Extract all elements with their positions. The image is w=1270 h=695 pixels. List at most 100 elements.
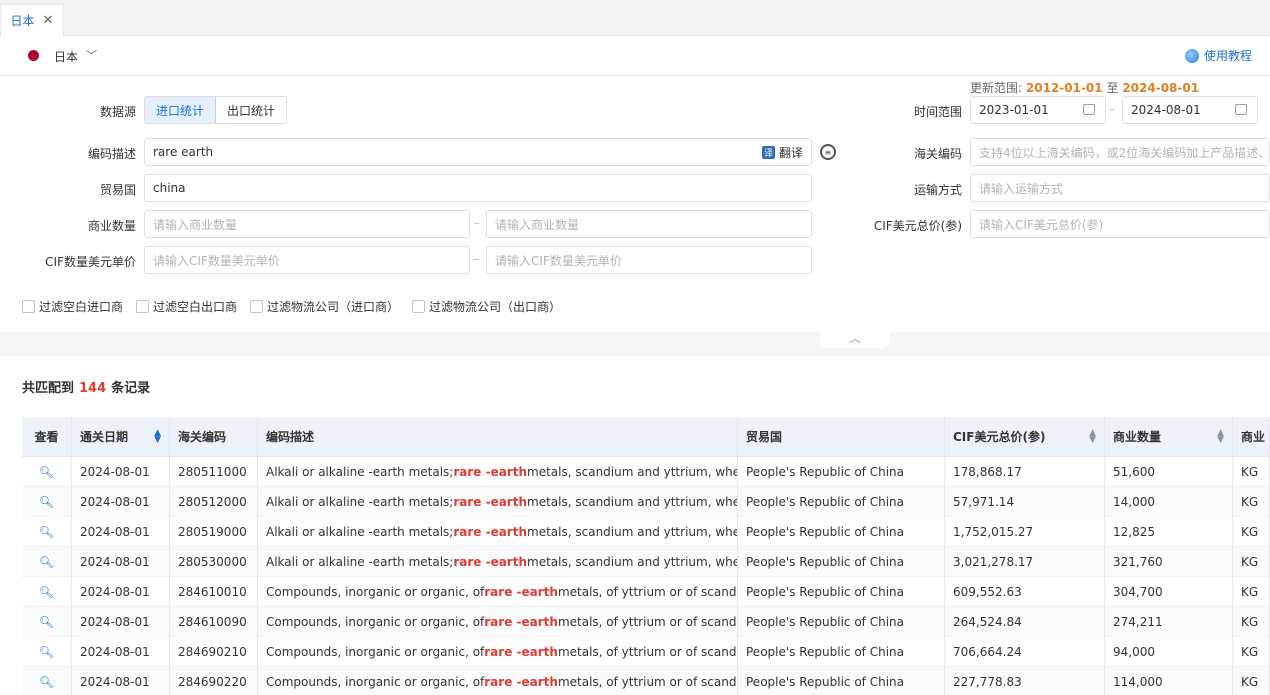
search-icon[interactable]: 🔍︎: [39, 615, 54, 629]
desc-text: metals, scandium and yttrium, wheth: [527, 524, 738, 539]
view-cell[interactable]: 🔍︎: [22, 607, 72, 636]
count-number: 144: [79, 381, 107, 396]
desc-value: rare earth: [153, 145, 214, 159]
sort-icon[interactable]: ▲ ▼: [1217, 428, 1224, 444]
cif-cell: 706,664.24: [945, 637, 1105, 666]
unit-cell: KG: [1233, 487, 1270, 516]
date-cell: 2024-08-01: [72, 607, 170, 636]
hs-cell: 284610090: [170, 607, 258, 636]
qty-cell: 12,825: [1105, 517, 1233, 546]
search-icon[interactable]: 🔍︎: [39, 645, 54, 659]
desc-cell: Compounds, inorganic or organic, of rare…: [258, 607, 738, 636]
sort-icon[interactable]: ▲ ▼: [1089, 428, 1096, 444]
sort-icon[interactable]: ▲ ▼: [154, 428, 161, 444]
checkbox[interactable]: [412, 300, 425, 313]
desc-input[interactable]: rare earth 译 翻译: [144, 138, 812, 166]
filter-blank-importer[interactable]: 过滤空白进口商: [22, 298, 123, 315]
desc-text: metals, of yttrium or of scandiu: [557, 614, 738, 629]
partner-value: china: [153, 181, 186, 195]
desc-highlight: rare -earth: [453, 464, 528, 479]
view-cell[interactable]: 🔍︎: [22, 577, 72, 606]
search-icon[interactable]: 🔍︎: [39, 525, 54, 539]
table-row[interactable]: 🔍︎ 2024-08-01 284690220 Compounds, inorgani…: [22, 667, 1270, 695]
cif-total-input[interactable]: 请输入CIF美元总价(参): [970, 210, 1270, 238]
view-cell[interactable]: 🔍︎: [22, 667, 72, 695]
desc-highlight: rare -earth: [453, 554, 528, 569]
desc-text: metals, of yttrium or of scandiu: [557, 674, 738, 689]
search-icon[interactable]: 🔍︎: [39, 555, 54, 569]
filter-blank-exporter[interactable]: 过滤空白出口商: [136, 298, 237, 315]
view-cell[interactable]: 🔍︎: [22, 487, 72, 516]
time-from-input[interactable]: 2023-01-01: [970, 96, 1106, 124]
desc-cell: Alkali or alkaline -earth metals; rare -…: [258, 517, 738, 546]
header-qty[interactable]: 商业数量 ▲ ▼: [1105, 417, 1233, 456]
unit-cell: KG: [1233, 457, 1270, 486]
search-icon[interactable]: 🔍︎: [39, 675, 54, 689]
export-stats-button[interactable]: 出口统计: [216, 97, 286, 123]
desc-cell: Compounds, inorganic or organic, of rare…: [258, 637, 738, 666]
desc-highlight: rare -earth: [453, 524, 528, 539]
cif-cell: 57,971.14: [945, 487, 1105, 516]
checkbox[interactable]: [22, 300, 35, 313]
search-options-icon[interactable]: ≡: [820, 144, 836, 160]
header-date-label: 通关日期: [80, 430, 129, 444]
filter-logistics-importer[interactable]: 过滤物流公司（进口商）: [250, 298, 399, 315]
unit-cell: KG: [1233, 577, 1270, 606]
search-icon[interactable]: 🔍︎: [39, 585, 54, 599]
calendar-icon: [1083, 104, 1095, 115]
filter-label: 过滤空白进口商: [39, 300, 124, 314]
range-dash: –: [474, 252, 480, 266]
search-icon[interactable]: 🔍︎: [39, 465, 54, 479]
tab-japan[interactable]: 日本 ✕: [0, 4, 64, 36]
qty-from-input[interactable]: 请输入商业数量: [144, 210, 470, 238]
cif-cell: 264,524.84: [945, 607, 1105, 636]
table-row[interactable]: 🔍︎ 2024-08-01 280512000 Alkali or alkaline …: [22, 487, 1270, 517]
view-cell[interactable]: 🔍︎: [22, 637, 72, 666]
table-row[interactable]: 🔍︎ 2024-08-01 284610010 Compounds, inorgani…: [22, 577, 1270, 607]
table-row[interactable]: 🔍︎ 2024-08-01 284690210 Compounds, inorgani…: [22, 637, 1270, 667]
table-row[interactable]: 🔍︎ 2024-08-01 284610090 Compounds, inorgani…: [22, 607, 1270, 637]
desc-text: metals, scandium and yttrium, wheth: [527, 554, 738, 569]
import-stats-button[interactable]: 进口统计: [145, 97, 217, 123]
filter-label: 过滤物流公司（进口商）: [267, 300, 400, 314]
desc-text: Alkali or alkaline -earth metals;: [266, 554, 454, 569]
collapse-chevron-up-icon[interactable]: ︿: [820, 332, 890, 348]
view-cell[interactable]: 🔍︎: [22, 517, 72, 546]
header-qty-label: 商业数量: [1113, 430, 1162, 444]
desc-text: Alkali or alkaline -earth metals;: [266, 524, 454, 539]
help-link[interactable]: 使用教程: [1184, 47, 1252, 64]
qty-to-placeholder: 请输入商业数量: [495, 217, 580, 232]
transport-input[interactable]: 请输入运输方式: [970, 174, 1270, 202]
update-to: 2024-08-01: [1122, 81, 1200, 95]
country-bar: 日本 ﹀ 使用教程: [0, 36, 1270, 76]
search-icon[interactable]: 🔍︎: [39, 495, 54, 509]
checkbox[interactable]: [250, 300, 263, 313]
close-icon[interactable]: ✕: [43, 13, 54, 28]
header-date[interactable]: 通关日期 ▲ ▼: [72, 417, 170, 456]
header-view: 查看: [22, 417, 72, 456]
desc-cell: Compounds, inorganic or organic, of rare…: [258, 577, 738, 606]
qty-cell: 94,000: [1105, 637, 1233, 666]
qty-to-input[interactable]: 请输入商业数量: [486, 210, 812, 238]
header-cif[interactable]: CIF美元总价(参) ▲ ▼: [945, 417, 1105, 456]
cif-unit-from-input[interactable]: 请输入CIF数量美元单价: [144, 246, 470, 274]
chevron-down-icon[interactable]: ﹀: [86, 47, 97, 63]
desc-highlight: rare -earth: [453, 494, 528, 509]
hs-input[interactable]: 支持4位以上海关编码，或2位海关编码加上产品描述、: [970, 138, 1270, 166]
cif-unit-to-input[interactable]: 请输入CIF数量美元单价: [486, 246, 812, 274]
translate-button[interactable]: 译 翻译: [761, 144, 803, 161]
desc-highlight: rare -earth: [484, 644, 558, 659]
country-selector[interactable]: 日本: [54, 48, 78, 65]
filter-logistics-exporter[interactable]: 过滤物流公司（出口商）: [412, 298, 561, 315]
table-row[interactable]: 🔍︎ 2024-08-01 280511000 Alkali or alkaline …: [22, 457, 1270, 487]
country-cell: People's Republic of China: [738, 577, 945, 606]
hs-placeholder: 支持4位以上海关编码，或2位海关编码加上产品描述、: [979, 145, 1270, 160]
partner-input[interactable]: china: [144, 174, 812, 202]
time-to-input[interactable]: 2024-08-01: [1122, 96, 1258, 124]
checkbox[interactable]: [136, 300, 149, 313]
view-cell[interactable]: 🔍︎: [22, 457, 72, 486]
table-row[interactable]: 🔍︎ 2024-08-01 280530000 Alkali or alkaline …: [22, 547, 1270, 577]
view-cell[interactable]: 🔍︎: [22, 547, 72, 576]
table-row[interactable]: 🔍︎ 2024-08-01 280519000 Alkali or alkaline …: [22, 517, 1270, 547]
unit-cell: KG: [1233, 637, 1270, 666]
